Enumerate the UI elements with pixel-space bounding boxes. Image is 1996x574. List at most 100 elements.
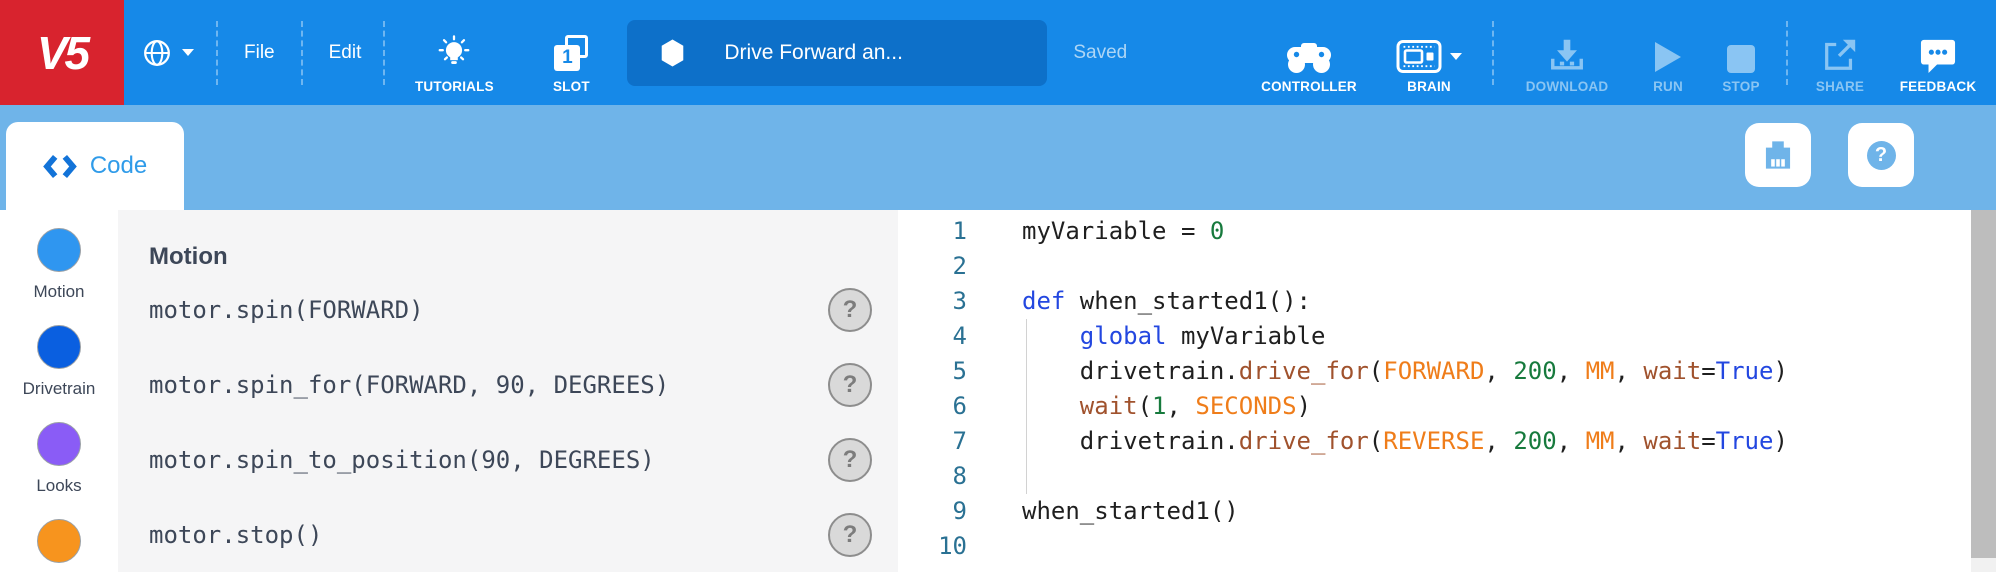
sidebar-category-motion[interactable]: Motion: [33, 228, 84, 300]
category-circle: [37, 519, 81, 563]
tutorials-button[interactable]: TUTORIALS: [399, 0, 509, 105]
code-line: 6 wait(1, SECONDS): [898, 389, 1971, 424]
feedback-icon: [1919, 38, 1957, 74]
toolbox-snippet-row[interactable]: motor.spin_to_position(90, DEGREES)?: [149, 422, 898, 497]
play-icon: [1653, 40, 1683, 74]
code-icon: [43, 153, 77, 180]
category-circle: [37, 422, 81, 466]
line-number: 10: [898, 529, 967, 564]
editor-lines: 1myVariable = 023def when_started1():4 g…: [898, 214, 1971, 564]
controller-button[interactable]: CONTROLLER: [1244, 0, 1374, 105]
code-line: 9 when_started1(): [898, 494, 1971, 529]
download-icon: [1548, 36, 1586, 74]
tutorials-label: TUTORIALS: [415, 79, 494, 94]
snippet-code: motor.spin_to_position(90, DEGREES): [149, 446, 655, 474]
toolbox-rows: motor.spin(FORWARD)?motor.spin_for(FORWA…: [149, 272, 898, 572]
code-editor[interactable]: 1myVariable = 023def when_started1():4 g…: [898, 210, 1971, 572]
code-text: drivetrain.drive_for(REVERSE, 200, MM, w…: [1022, 424, 1788, 459]
snippet-help-button[interactable]: ?: [828, 288, 872, 332]
category-label: Drivetrain: [23, 380, 96, 397]
indent-guide: [1026, 319, 1027, 494]
toolbar-divider: [301, 21, 303, 85]
menu-file[interactable]: File: [244, 42, 275, 64]
device-port-icon: [1757, 134, 1799, 176]
slot-button[interactable]: 1 SLOT: [539, 0, 603, 105]
feedback-button[interactable]: FEEDBACK: [1884, 0, 1992, 105]
code-line: 8: [898, 459, 1971, 494]
download-button[interactable]: DOWNLOAD: [1502, 0, 1632, 105]
snippet-help-button[interactable]: ?: [828, 513, 872, 557]
snippet-code: motor.stop(): [149, 521, 322, 549]
line-number: 6: [898, 389, 967, 424]
code-tab-label: Code: [90, 152, 147, 180]
sidebar-category-item-4[interactable]: [37, 519, 81, 574]
sidebar-category-looks[interactable]: Looks: [36, 422, 81, 494]
lightbulb-icon: [435, 34, 473, 74]
brain-button[interactable]: BRAIN: [1374, 0, 1484, 105]
code-text: global myVariable: [1022, 319, 1325, 354]
snippet-code: motor.spin_for(FORWARD, 90, DEGREES): [149, 371, 669, 399]
snippet-help-button[interactable]: ?: [828, 438, 872, 482]
toolbar-divider: [1786, 21, 1788, 85]
v5-logo: V5: [0, 0, 124, 105]
run-button[interactable]: RUN: [1632, 0, 1704, 105]
code-line: 7 drivetrain.drive_for(REVERSE, 200, MM,…: [898, 424, 1971, 459]
code-text: wait(1, SECONDS): [1022, 389, 1311, 424]
line-number: 4: [898, 319, 967, 354]
help-button[interactable]: ?: [1848, 123, 1914, 187]
tab-code[interactable]: Code: [6, 122, 184, 210]
toolbox-panel: Motion motor.spin(FORWARD)?motor.spin_fo…: [118, 210, 898, 572]
subbar: Code ?: [0, 105, 1996, 210]
code-text: myVariable = 0: [1022, 214, 1224, 249]
slot-icon: 1: [551, 34, 591, 74]
project-name-button[interactable]: Drive Forward an...: [627, 20, 1047, 86]
code-line: 5 drivetrain.drive_for(FORWARD, 200, MM,…: [898, 354, 1971, 389]
share-icon: [1821, 36, 1859, 74]
category-label: Motion: [33, 283, 84, 300]
share-button[interactable]: SHARE: [1796, 0, 1884, 105]
menu-edit[interactable]: Edit: [329, 42, 362, 64]
line-number: 2: [898, 249, 967, 284]
scrollbar-thumb[interactable]: [1971, 210, 1996, 558]
toolbar-divider: [216, 21, 218, 85]
save-status: Saved: [1073, 42, 1127, 64]
code-text: when_started1(): [1022, 494, 1239, 529]
toolbox-snippet-row[interactable]: motor.stop()?: [149, 497, 898, 572]
toolbox-snippet-row[interactable]: motor.spin_for(FORWARD, 90, DEGREES)?: [149, 347, 898, 422]
hexagon-icon: [660, 39, 685, 67]
language-selector[interactable]: [140, 0, 194, 105]
brain-icon: [1396, 39, 1442, 74]
stop-icon: [1726, 44, 1756, 74]
line-number: 1: [898, 214, 967, 249]
toolbar-divider: [383, 21, 385, 85]
slot-label: SLOT: [553, 79, 590, 94]
code-line: 10: [898, 529, 1971, 564]
content: Motion Drivetrain Looks Motion motor.spin(…: [0, 210, 1996, 572]
code-text: def when_started1():: [1022, 284, 1311, 319]
line-number: 5: [898, 354, 967, 389]
chevron-down-icon: [182, 49, 194, 56]
code-line: 4 global myVariable: [898, 319, 1971, 354]
code-line: 2: [898, 249, 1971, 284]
devices-button[interactable]: [1745, 123, 1811, 187]
line-number: 3: [898, 284, 967, 319]
toolbox-snippet-row[interactable]: motor.spin(FORWARD)?: [149, 272, 898, 347]
snippet-code: motor.spin(FORWARD): [149, 296, 424, 324]
code-line: 1 myVariable = 0: [898, 214, 1971, 249]
snippet-help-button[interactable]: ?: [828, 363, 872, 407]
toolbox-heading: Motion: [149, 242, 898, 272]
sidebar-category-drivetrain[interactable]: Drivetrain: [23, 325, 96, 397]
code-text: drivetrain.drive_for(FORWARD, 200, MM, w…: [1022, 354, 1788, 389]
stop-button[interactable]: STOP: [1704, 0, 1778, 105]
project-name: Drive Forward an...: [724, 41, 903, 65]
category-label: Looks: [36, 477, 81, 494]
globe-icon: [140, 36, 174, 70]
code-line: 3 def when_started1():: [898, 284, 1971, 319]
toolbar-divider: [1492, 21, 1494, 85]
topbar-actions: CONTROLLER BRAIN: [1244, 0, 1996, 105]
question-mark-icon: ?: [1867, 141, 1896, 170]
line-number: 8: [898, 459, 967, 494]
controller-icon: [1286, 41, 1332, 74]
line-number: 9: [898, 494, 967, 529]
topbar: V5 File Edit TUTORIALS: [0, 0, 1996, 105]
